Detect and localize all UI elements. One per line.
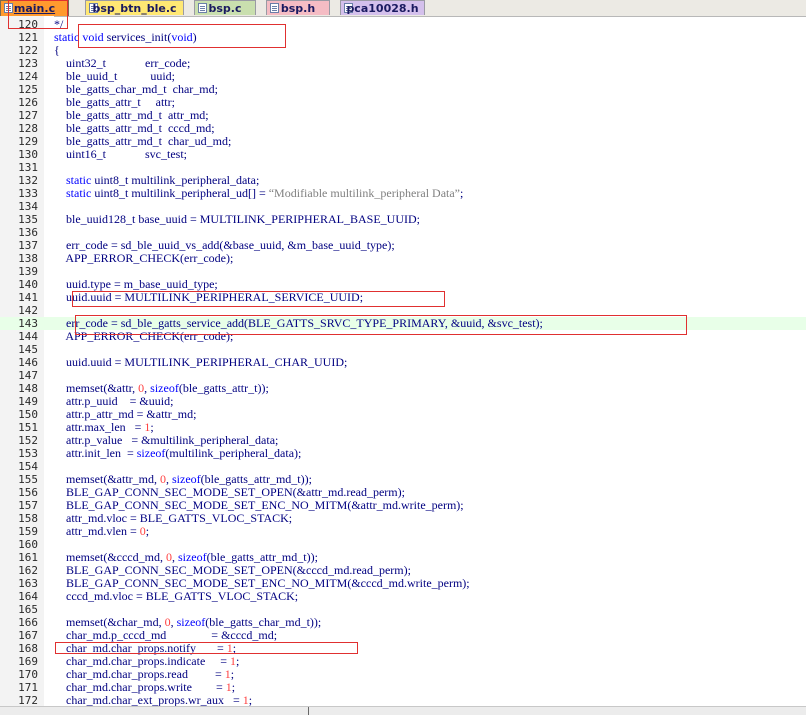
line-number: 125 [18, 83, 38, 96]
line-number: 155 [18, 473, 38, 486]
line-number: 146 [18, 356, 38, 369]
tab-label: bsp.h [280, 2, 316, 15]
line-number: 120 [18, 18, 38, 31]
file-tab-bar: main.c bsp_btn_ble.c bsp.c bsp.h pca10028.h [0, 0, 806, 17]
tab-label: bsp.c [208, 2, 242, 15]
code-line[interactable]: 121 static void services_init(void) [0, 30, 806, 45]
line-number: 167 [18, 629, 38, 642]
line-number: 121 [18, 31, 38, 44]
line-number: 135 [18, 213, 38, 226]
line-number: 128 [18, 122, 38, 135]
line-number: 165 [18, 603, 38, 616]
code-text: static uint8_t multilink_peripheral_ud[]… [66, 186, 464, 200]
tab-bsp-btn-ble-c[interactable]: bsp_btn_ble.c [85, 0, 184, 15]
code-line[interactable]: 153 attr.init_len = sizeof(multilink_per… [0, 446, 806, 461]
line-number: 161 [18, 551, 38, 564]
line-number: 130 [18, 148, 38, 161]
code-text: cccd_md.vloc = BLE_GATTS_VLOC_STACK; [54, 589, 299, 603]
code-line[interactable]: 138 APP_ERROR_CHECK(err_code); [0, 251, 806, 266]
code-text: APP_ERROR_CHECK(err_code); [54, 251, 234, 265]
tab-bsp-h[interactable]: bsp.h [266, 0, 330, 15]
line-number: 169 [18, 655, 38, 668]
line-number: 148 [18, 382, 38, 395]
line-number: 136 [18, 226, 38, 239]
line-number: 122 [18, 44, 38, 57]
code-line[interactable]: 141 uuid.uuid = MULTILINK_PERIPHERAL_SER… [0, 290, 806, 305]
line-number: 154 [18, 460, 38, 473]
line-number: 131 [18, 161, 38, 174]
code-line[interactable]: 159 attr_md.vlen = 0; [0, 524, 806, 539]
line-number: 132 [18, 174, 38, 187]
line-number: 124 [18, 70, 38, 83]
line-number: 162 [18, 564, 38, 577]
line-number: 171 [18, 681, 38, 694]
code-text: uuid.uuid = MULTILINK_PERIPHERAL_SERVICE… [54, 290, 364, 304]
line-number: 126 [18, 96, 38, 109]
line-number: 141 [18, 291, 38, 304]
line-number: 143 [18, 317, 38, 330]
code-line[interactable]: 135 ble_uuid128_t base_uuid = MULTILINK_… [0, 212, 806, 227]
tab-label: pca10028.h [346, 2, 419, 15]
code-text: APP_ERROR_CHECK(err_code); [54, 329, 234, 343]
code-text: static void services_init(void) [54, 30, 197, 44]
line-number: 137 [18, 239, 38, 252]
tab-label: main.c [13, 2, 56, 15]
line-number: 160 [18, 538, 38, 551]
line-number: 157 [18, 499, 38, 512]
line-number: 153 [18, 447, 38, 460]
tab-label: bsp_btn_ble.c [92, 2, 177, 15]
line-number: 133 [18, 187, 38, 200]
code-line[interactable]: 133 static uint8_t multilink_peripheral_… [0, 186, 806, 201]
line-number: 158 [18, 512, 38, 525]
line-number: 149 [18, 395, 38, 408]
line-number: 152 [18, 434, 38, 447]
code-line[interactable]: 164 cccd_md.vloc = BLE_GATTS_VLOC_STACK; [0, 589, 806, 604]
line-number: 123 [18, 57, 38, 70]
code-line[interactable]: 144 APP_ERROR_CHECK(err_code); [0, 329, 806, 344]
code-line[interactable]: 130 uint16_t svc_test; [0, 147, 806, 162]
line-number: 147 [18, 369, 38, 382]
line-number: 163 [18, 577, 38, 590]
code-text: ble_uuid128_t base_uuid = MULTILINK_PERI… [54, 212, 420, 226]
code-text: attr.init_len = sizeof(multilink_periphe… [54, 446, 302, 460]
line-number: 142 [18, 304, 38, 317]
line-number: 127 [18, 109, 38, 122]
tab-bsp-c[interactable]: bsp.c [194, 0, 256, 15]
line-number: 150 [18, 408, 38, 421]
code-text: uuid.uuid = MULTILINK_PERIPHERAL_CHAR_UU… [54, 355, 348, 369]
code-text: uint16_t svc_test; [54, 147, 187, 161]
line-number: 166 [18, 616, 38, 629]
line-number: 168 [18, 642, 38, 655]
line-number: 159 [18, 525, 38, 538]
code-text: attr_md.vlen = 0; [54, 524, 150, 538]
line-number: 138 [18, 252, 38, 265]
code-line[interactable]: 146 uuid.uuid = MULTILINK_PERIPHERAL_CHA… [0, 355, 806, 370]
line-number: 145 [18, 343, 38, 356]
line-number: 170 [18, 668, 38, 681]
line-number: 144 [18, 330, 38, 343]
tab-pca10028-h[interactable]: pca10028.h [340, 0, 425, 15]
tab-main-c[interactable]: main.c [0, 0, 69, 16]
line-number: 140 [18, 278, 38, 291]
line-number: 156 [18, 486, 38, 499]
line-number: 139 [18, 265, 38, 278]
line-number: 151 [18, 421, 38, 434]
line-number: 164 [18, 590, 38, 603]
line-number: 134 [18, 200, 38, 213]
line-number: 129 [18, 135, 38, 148]
